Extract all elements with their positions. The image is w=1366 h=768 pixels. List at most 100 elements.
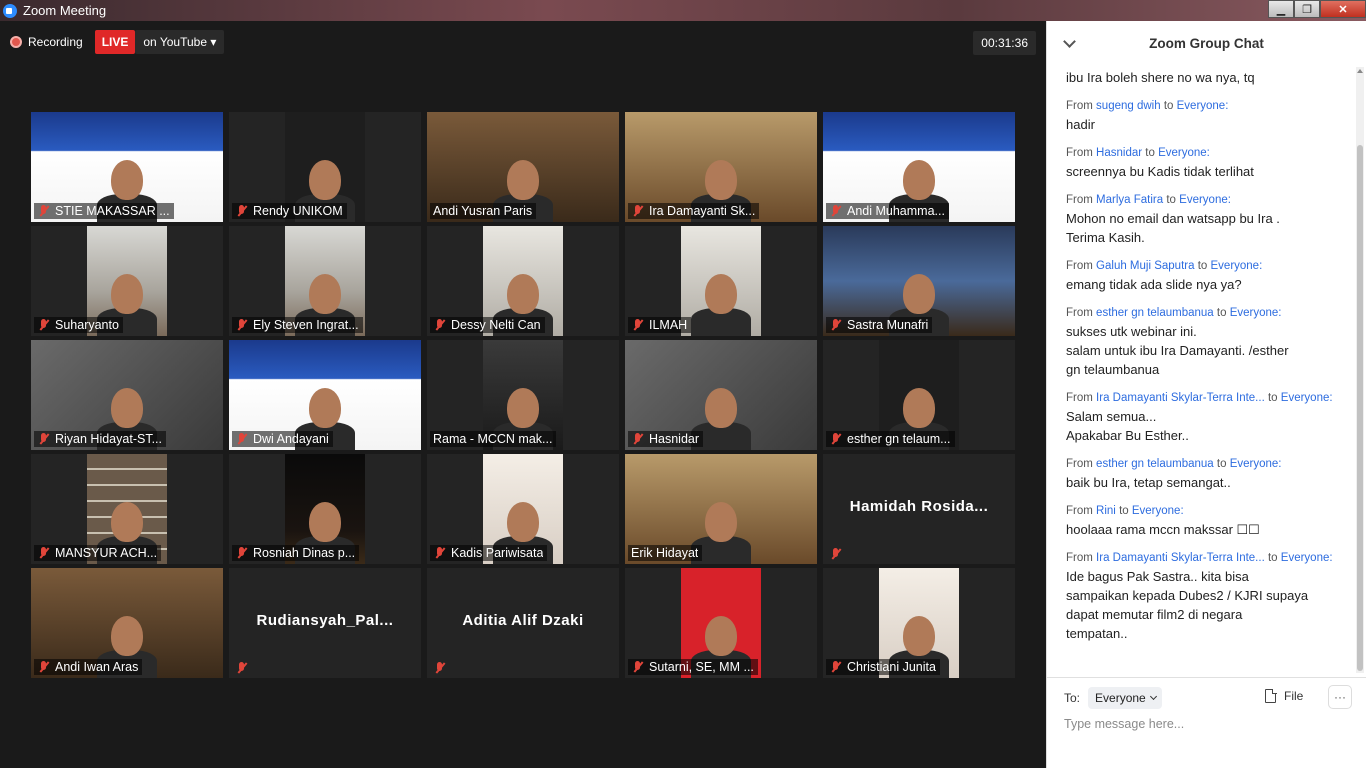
participant-name-bar: Suharyanto <box>34 317 123 333</box>
live-badge[interactable]: LIVE <box>94 30 136 54</box>
to-label: to <box>1267 392 1278 404</box>
participant-tile[interactable]: Ira Damayanti Sk... <box>625 112 817 222</box>
participant-face <box>705 388 737 428</box>
chat-header: Zoom Group Chat <box>1047 21 1366 67</box>
window-title: Zoom Meeting <box>23 3 107 18</box>
sender-name[interactable]: esther gn telaumbanua <box>1096 458 1214 470</box>
scrollbar-thumb[interactable] <box>1357 145 1363 671</box>
sender-name[interactable]: Hasnidar <box>1096 147 1142 159</box>
sender-name[interactable]: Galuh Muji Saputra <box>1096 260 1194 272</box>
participant-tile[interactable]: Aditia Alif Dzaki <box>427 568 619 678</box>
chevron-down-icon <box>1149 692 1157 701</box>
chat-message: From esther gn telaumbanua to Everyone: b… <box>1066 457 1356 492</box>
participant-name: Sastra Munafri <box>847 318 929 332</box>
participant-tile[interactable]: Erik Hidayat <box>625 454 817 564</box>
participant-name: Erik Hidayat <box>631 546 699 560</box>
mic-muted-icon <box>631 433 645 445</box>
participant-name-bar: Ely Steven Ingrat... <box>232 317 363 333</box>
minimize-button[interactable]: ▁ <box>1268 0 1294 18</box>
participant-name: Rama - MCCN mak... <box>433 432 553 446</box>
participant-face <box>507 388 539 428</box>
chat-messages: ibu Ira boleh shere no wa nya, tq From su… <box>1047 67 1356 677</box>
participant-name-bar: Dessy Nelti Can <box>430 317 545 333</box>
chat-message-text: sukses utk webinar ini. salam untuk ibu … <box>1066 324 1289 377</box>
participant-tile[interactable]: Christiani Junita <box>823 568 1015 678</box>
mic-muted-icon <box>433 547 447 559</box>
file-button[interactable]: File <box>1265 688 1303 703</box>
chat-scrollbar[interactable] <box>1356 67 1364 673</box>
participant-name: Ira Damayanti Sk... <box>649 204 756 218</box>
participant-name: Andi Muhamma... <box>847 204 945 218</box>
meeting-timer: 00:31:36 <box>973 31 1036 55</box>
mic-muted-icon <box>631 319 645 331</box>
participant-tile[interactable]: ILMAH <box>625 226 817 336</box>
participant-face <box>309 160 341 200</box>
chat-message: From Marlya Fatira to Everyone: Mohon no … <box>1066 193 1356 247</box>
chat-message-header: From Ira Damayanti Skylar-Terra Inte... … <box>1066 391 1356 406</box>
participant-tile[interactable]: Riyan Hidayat-ST... <box>31 340 223 450</box>
participant-face <box>309 502 341 542</box>
participant-tile[interactable]: Rudiansyah_Pal... <box>229 568 421 678</box>
window-controls: ▁ ❐ ✕ <box>1268 0 1366 18</box>
participant-tile[interactable]: Rama - MCCN mak... <box>427 340 619 450</box>
participant-name-bar: Rendy UNIKOM <box>232 203 347 219</box>
sender-name[interactable]: Rini <box>1096 505 1116 517</box>
participant-display-name: Rudiansyah_Pal... <box>256 612 394 629</box>
participant-name-bar: Sutarni, SE, MM ... <box>628 659 758 675</box>
participant-tile[interactable]: esther gn telaum... <box>823 340 1015 450</box>
participant-face <box>309 388 341 428</box>
participant-name: Rosniah Dinas p... <box>253 546 356 560</box>
chat-message-text: hoolaaa rama mccn makssar ☐☐ <box>1066 522 1260 537</box>
participant-tile[interactable]: Andi Iwan Aras <box>31 568 223 678</box>
participant-tile[interactable]: Dwi Andayani <box>229 340 421 450</box>
participant-tile[interactable]: Ely Steven Ingrat... <box>229 226 421 336</box>
participant-tile[interactable]: Andi Muhamma... <box>823 112 1015 222</box>
participant-tile[interactable]: Rendy UNIKOM <box>229 112 421 222</box>
sender-name[interactable]: Ira Damayanti Skylar-Terra Inte... <box>1096 392 1265 404</box>
participant-name-bar: Andi Muhamma... <box>826 203 949 219</box>
chat-message-header: From esther gn telaumbanua to Everyone: <box>1066 306 1356 321</box>
mic-muted-icon <box>631 661 645 673</box>
recording-icon <box>10 36 22 48</box>
sender-name[interactable]: Ira Damayanti Skylar-Terra Inte... <box>1096 552 1265 564</box>
live-stream-dropdown[interactable]: on YouTube ▾ <box>135 30 225 54</box>
participant-tile[interactable]: Rosniah Dinas p... <box>229 454 421 564</box>
mic-muted-icon <box>829 319 843 331</box>
participant-name-bar: Ira Damayanti Sk... <box>628 203 760 219</box>
chat-message: From Ira Damayanti Skylar-Terra Inte... … <box>1066 551 1356 643</box>
chat-message-text: hadir <box>1066 117 1095 132</box>
mic-muted-icon <box>433 662 447 674</box>
participant-tile[interactable]: Dessy Nelti Can <box>427 226 619 336</box>
participant-video <box>681 226 761 336</box>
chat-message: From sugeng dwih to Everyone: hadir <box>1066 99 1356 134</box>
participant-name-bar: Sastra Munafri <box>826 317 933 333</box>
participant-tile[interactable]: Suharyanto <box>31 226 223 336</box>
participant-name-bar: Hasnidar <box>628 431 704 447</box>
chat-message: From Hasnidar to Everyone: screennya bu K… <box>1066 146 1356 181</box>
participant-name-bar: Andi Yusran Paris <box>430 203 537 219</box>
more-options-button[interactable]: ··· <box>1328 685 1352 709</box>
participant-tile[interactable]: Hasnidar <box>625 340 817 450</box>
participant-name-bar: esther gn telaum... <box>826 431 955 447</box>
mic-muted-icon <box>235 662 249 674</box>
sender-name[interactable]: sugeng dwih <box>1096 100 1161 112</box>
participant-face <box>903 160 935 200</box>
chevron-down-icon[interactable] <box>1063 35 1076 48</box>
participant-tile[interactable]: Andi Yusran Paris <box>427 112 619 222</box>
compose-divider <box>1047 677 1366 678</box>
participant-tile[interactable]: Sutarni, SE, MM ... <box>625 568 817 678</box>
sender-name[interactable]: Marlya Fatira <box>1096 194 1163 206</box>
recipient-dropdown[interactable]: Everyone <box>1088 687 1162 709</box>
message-input[interactable] <box>1064 717 1344 731</box>
mic-muted-icon <box>37 661 51 673</box>
scroll-up-arrow-icon[interactable] <box>1357 69 1363 73</box>
participant-tile[interactable]: Sastra Munafri <box>823 226 1015 336</box>
close-button[interactable]: ✕ <box>1320 0 1366 18</box>
participant-name: Suharyanto <box>55 318 119 332</box>
participant-tile[interactable]: MANSYUR ACH... <box>31 454 223 564</box>
participant-tile[interactable]: Hamidah Rosida... <box>823 454 1015 564</box>
maximize-button[interactable]: ❐ <box>1294 0 1320 18</box>
participant-tile[interactable]: Kadis Pariwisata <box>427 454 619 564</box>
participant-tile[interactable]: STIE MAKASSAR ... <box>31 112 223 222</box>
sender-name[interactable]: esther gn telaumbanua <box>1096 307 1214 319</box>
